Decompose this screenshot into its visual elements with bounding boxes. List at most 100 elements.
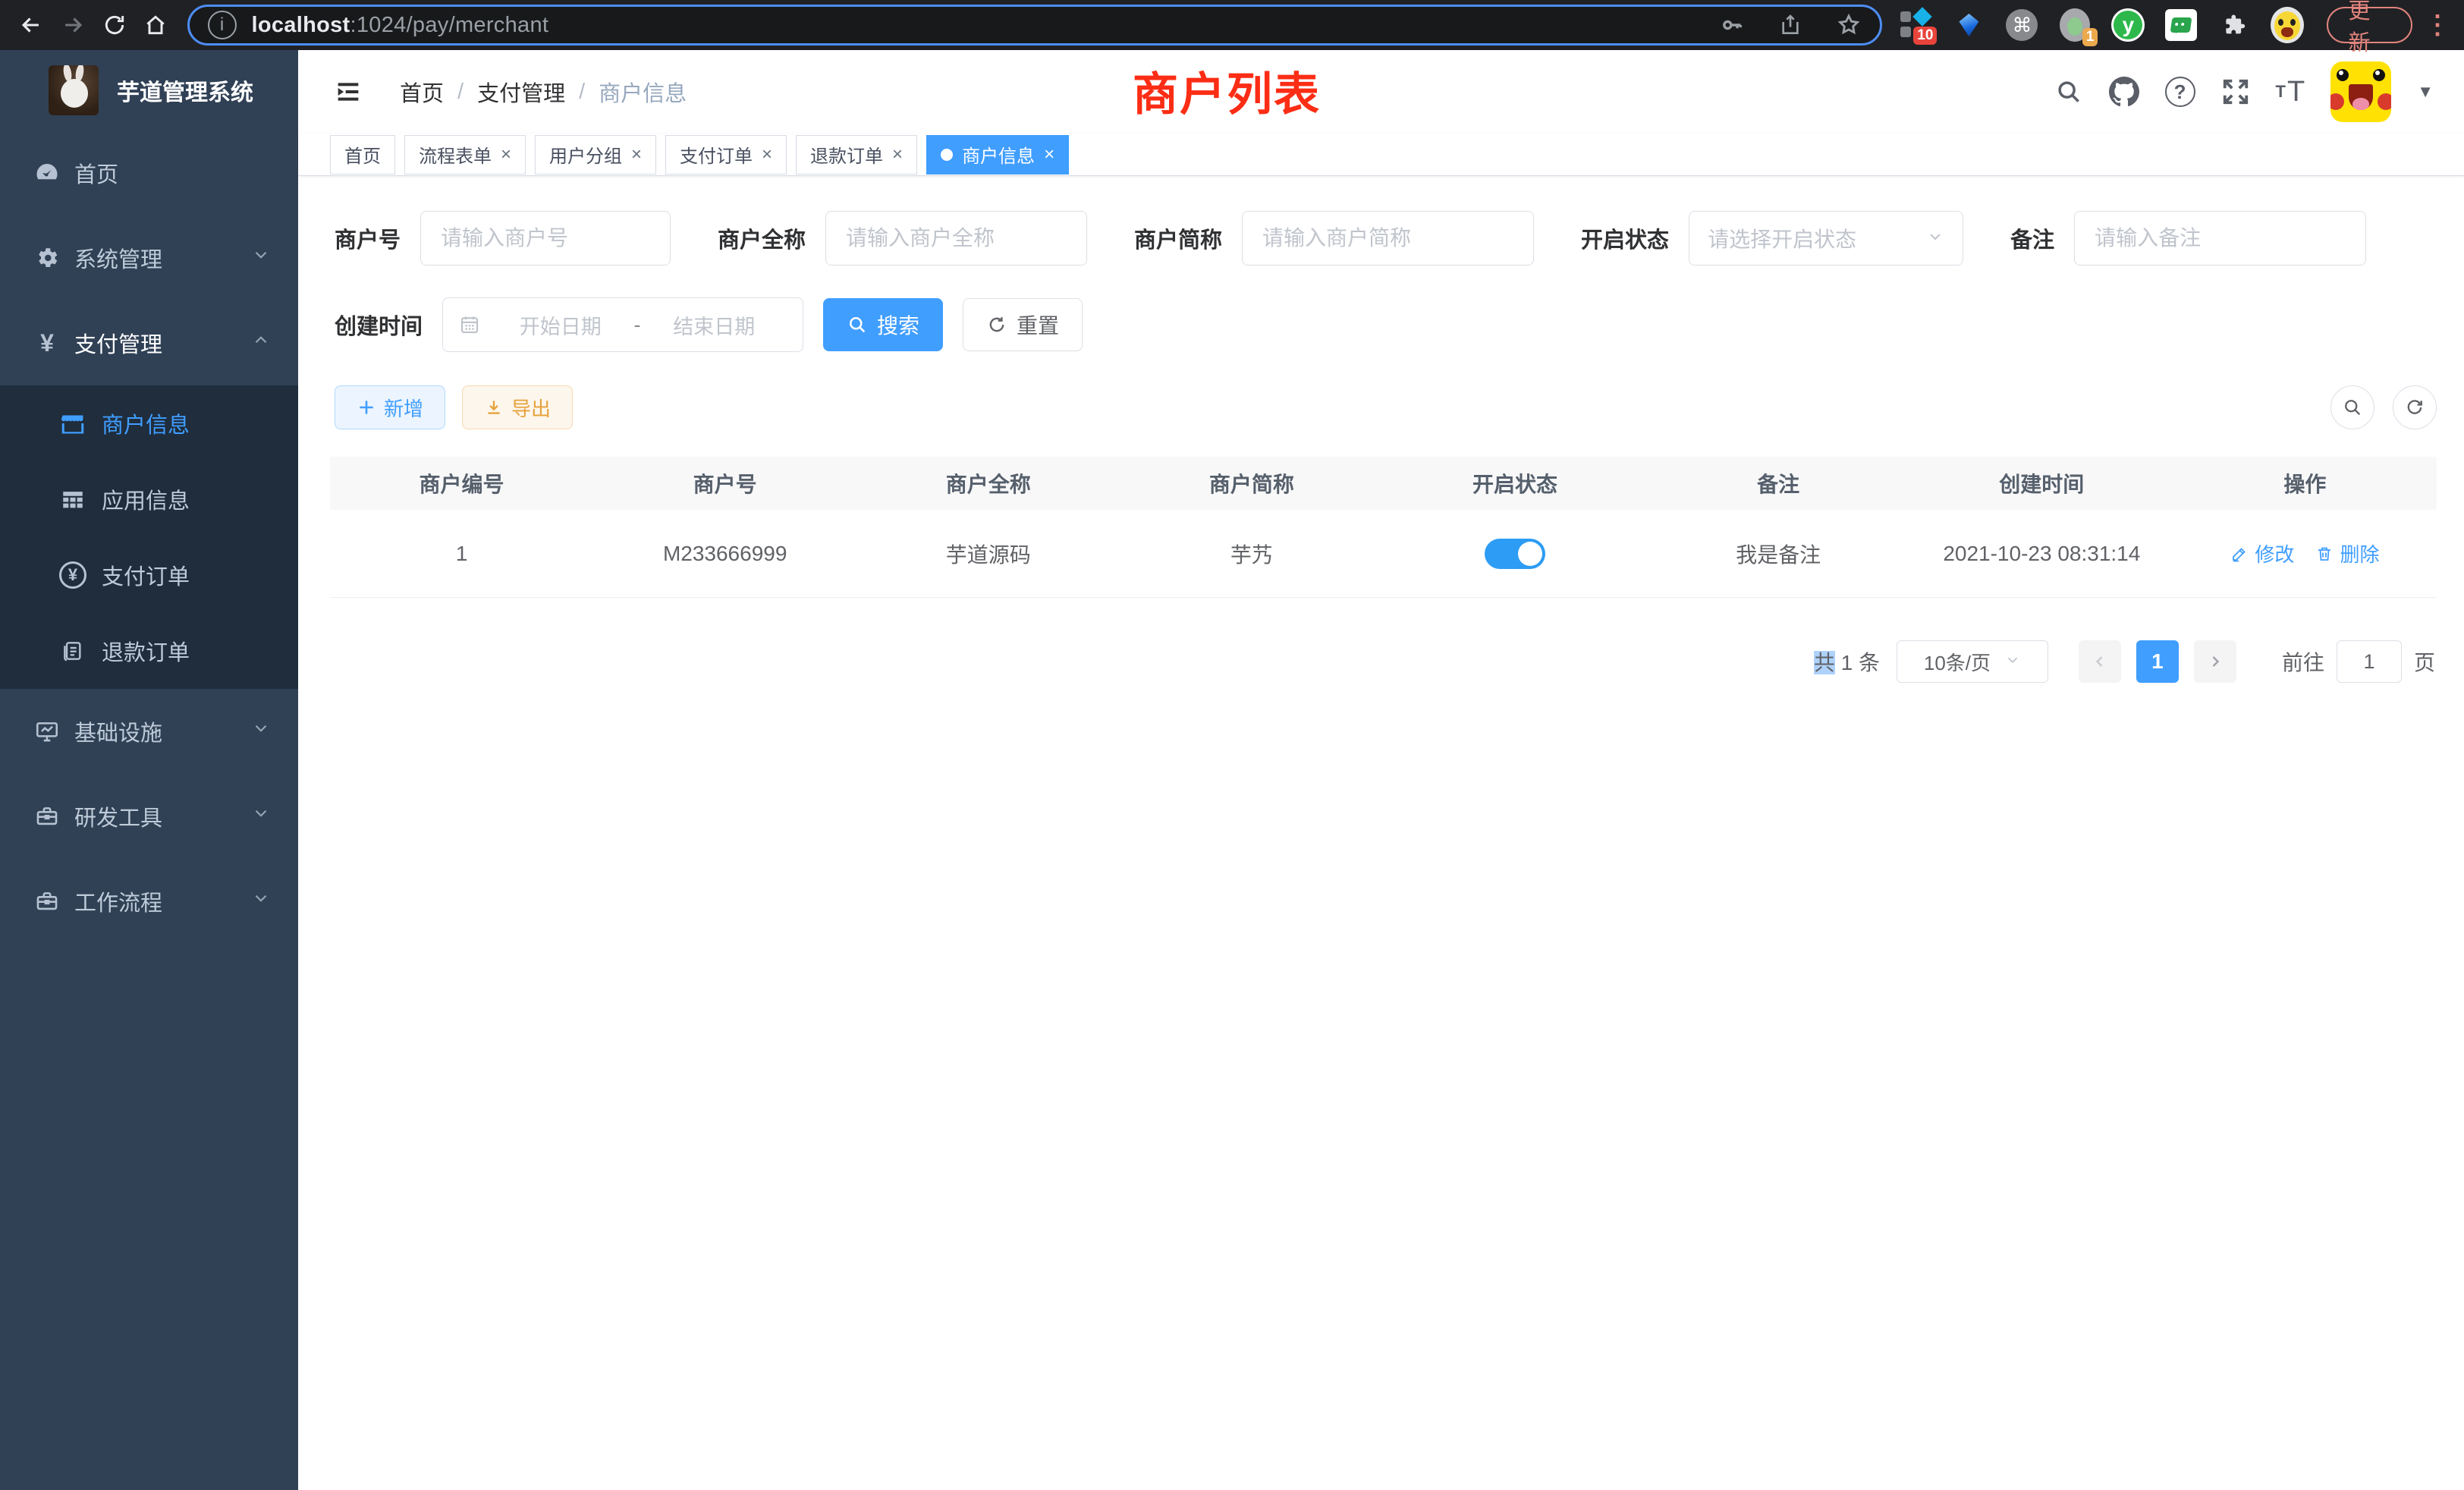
status-toggle-on[interactable] xyxy=(1485,539,1545,569)
short-name-label: 商户简称 xyxy=(1134,222,1222,254)
site-info-icon[interactable]: i xyxy=(208,11,237,39)
cell-status xyxy=(1384,539,1647,569)
browser-profile-avatar[interactable] xyxy=(2271,8,2304,42)
reset-button[interactable]: 重置 xyxy=(963,298,1083,351)
extension-tasks-icon[interactable]: 10 xyxy=(1899,8,1932,42)
prev-page-button[interactable] xyxy=(2079,640,2121,683)
avatar-caret-icon[interactable]: ▼ xyxy=(2417,82,2434,102)
status-select[interactable]: 请选择开启状态 xyxy=(1689,211,1963,266)
status-placeholder: 请选择开启状态 xyxy=(1708,223,1856,253)
annotation-merchant-list: 商户列表 xyxy=(1133,58,1321,124)
monitor-icon xyxy=(30,718,64,744)
user-avatar[interactable] xyxy=(2330,61,2391,122)
remark-label: 备注 xyxy=(2010,222,2054,254)
tag-pay-order[interactable]: 支付订单 × xyxy=(665,135,787,174)
search-button-label: 搜索 xyxy=(877,310,919,340)
date-separator: - xyxy=(634,313,641,337)
tag-merchant-info-active[interactable]: 商户信息 × xyxy=(926,135,1069,174)
goto-suffix: 页 xyxy=(2414,646,2435,677)
page-size-value: 10条/页 xyxy=(1924,648,1991,676)
refresh-icon xyxy=(986,314,1007,335)
bookmark-star-icon[interactable] xyxy=(1836,12,1862,38)
sidebar-label: 系统管理 xyxy=(74,242,162,274)
address-bar[interactable]: i localhost:1024/pay/merchant xyxy=(187,5,1883,46)
tag-close-icon[interactable]: × xyxy=(892,146,903,164)
font-size-icon[interactable]: TT xyxy=(2276,76,2305,108)
yen-circle-icon: ¥ xyxy=(56,561,90,589)
current-page-button[interactable]: 1 xyxy=(2136,640,2179,683)
extension-command-icon[interactable]: ⌘ xyxy=(2005,8,2038,42)
filter-form-row-2: 创建时间 开始日期 - 结束日期 搜索 重置 xyxy=(335,297,2428,352)
search-button[interactable]: 搜索 xyxy=(823,298,943,351)
extension-badge-10: 10 xyxy=(1913,27,1937,45)
tag-close-icon[interactable]: × xyxy=(631,146,642,164)
github-icon[interactable] xyxy=(2109,77,2139,107)
sidebar-item-workflow[interactable]: 工作流程 xyxy=(0,859,298,944)
add-button[interactable]: 新增 xyxy=(335,385,445,429)
sidebar-label: 应用信息 xyxy=(102,483,190,515)
breadcrumb-home[interactable]: 首页 xyxy=(400,76,444,108)
url-host: localhost xyxy=(252,13,350,37)
chrome-update-button[interactable]: 更新 xyxy=(2327,7,2412,43)
tag-home[interactable]: 首页 xyxy=(330,135,395,174)
tag-process-form[interactable]: 流程表单 × xyxy=(404,135,526,174)
app-logo[interactable]: 芋道管理系统 xyxy=(0,50,298,130)
next-page-button[interactable] xyxy=(2194,640,2236,683)
sidebar-item-infra[interactable]: 基础设施 xyxy=(0,689,298,774)
yuque-glyph: y xyxy=(2114,11,2142,39)
sidebar-item-dev-tools[interactable]: 研发工具 xyxy=(0,774,298,859)
browser-home-button[interactable] xyxy=(135,4,177,46)
short-name-input[interactable] xyxy=(1242,211,1534,266)
status-label: 开启状态 xyxy=(1581,222,1669,254)
delete-label: 删除 xyxy=(2340,539,2379,567)
extensions-puzzle-icon[interactable] xyxy=(2217,8,2251,42)
sidebar-item-system[interactable]: 系统管理 xyxy=(0,215,298,300)
date-start-placeholder: 开始日期 xyxy=(487,310,634,340)
export-button[interactable]: 导出 xyxy=(462,385,573,429)
password-key-icon[interactable] xyxy=(1719,12,1745,38)
breadcrumb-pay[interactable]: 支付管理 xyxy=(477,76,565,108)
tag-refund-order[interactable]: 退款订单 × xyxy=(796,135,917,174)
tag-close-icon[interactable]: × xyxy=(1044,146,1054,164)
extension-gem-icon[interactable] xyxy=(1952,8,1985,42)
sidebar-item-pay-order[interactable]: ¥ 支付订单 xyxy=(0,537,298,613)
sidebar-item-pay[interactable]: ¥ 支付管理 xyxy=(0,300,298,385)
col-merchant-no: 商户号 xyxy=(593,468,856,498)
sidebar-item-home[interactable]: 首页 xyxy=(0,130,298,215)
extension-yuque-icon[interactable]: y xyxy=(2111,8,2145,42)
sidebar-label: 支付管理 xyxy=(74,327,162,359)
browser-menu-icon[interactable]: ⋮ xyxy=(2425,10,2450,40)
browser-back-button[interactable] xyxy=(11,4,52,46)
pagination: 共 1 条 10条/页 1 前往 页 xyxy=(298,640,2435,683)
goto-page-input[interactable] xyxy=(2337,640,2402,683)
sidebar-label: 研发工具 xyxy=(74,800,162,832)
full-name-input[interactable] xyxy=(825,211,1087,266)
merchant-no-input[interactable] xyxy=(420,211,671,266)
extension-profile-icon[interactable]: 1 xyxy=(2058,8,2092,42)
sidebar-item-merchant-info[interactable]: 商户信息 xyxy=(0,385,298,461)
tag-label: 用户分组 xyxy=(549,141,622,168)
breadcrumb: 首页 / 支付管理 / 商户信息 xyxy=(400,76,687,108)
gear-icon xyxy=(30,245,64,271)
fullscreen-icon[interactable] xyxy=(2221,77,2250,106)
toggle-search-button[interactable] xyxy=(2330,385,2374,429)
edit-link[interactable]: 修改 xyxy=(2230,539,2294,567)
sidebar-item-app-info[interactable]: 应用信息 xyxy=(0,461,298,537)
extension-chat-icon[interactable] xyxy=(2164,8,2198,42)
tag-close-icon[interactable]: × xyxy=(501,146,511,164)
search-icon[interactable] xyxy=(2054,77,2083,106)
delete-link[interactable]: 删除 xyxy=(2315,539,2379,567)
browser-forward-button[interactable] xyxy=(52,4,94,46)
refresh-table-button[interactable] xyxy=(2393,385,2437,429)
browser-reload-button[interactable] xyxy=(93,4,135,46)
col-actions: 操作 xyxy=(2173,468,2437,498)
share-icon[interactable] xyxy=(1778,13,1802,37)
tag-user-group[interactable]: 用户分组 × xyxy=(535,135,656,174)
create-time-range-picker[interactable]: 开始日期 - 结束日期 xyxy=(442,297,803,352)
remark-input[interactable] xyxy=(2074,211,2366,266)
sidebar-collapse-icon[interactable] xyxy=(330,74,366,110)
tag-close-icon[interactable]: × xyxy=(762,146,772,164)
page-size-select[interactable]: 10条/页 xyxy=(1897,640,2048,683)
help-icon[interactable]: ? xyxy=(2165,77,2195,107)
sidebar-item-refund-order[interactable]: 退款订单 xyxy=(0,613,298,689)
